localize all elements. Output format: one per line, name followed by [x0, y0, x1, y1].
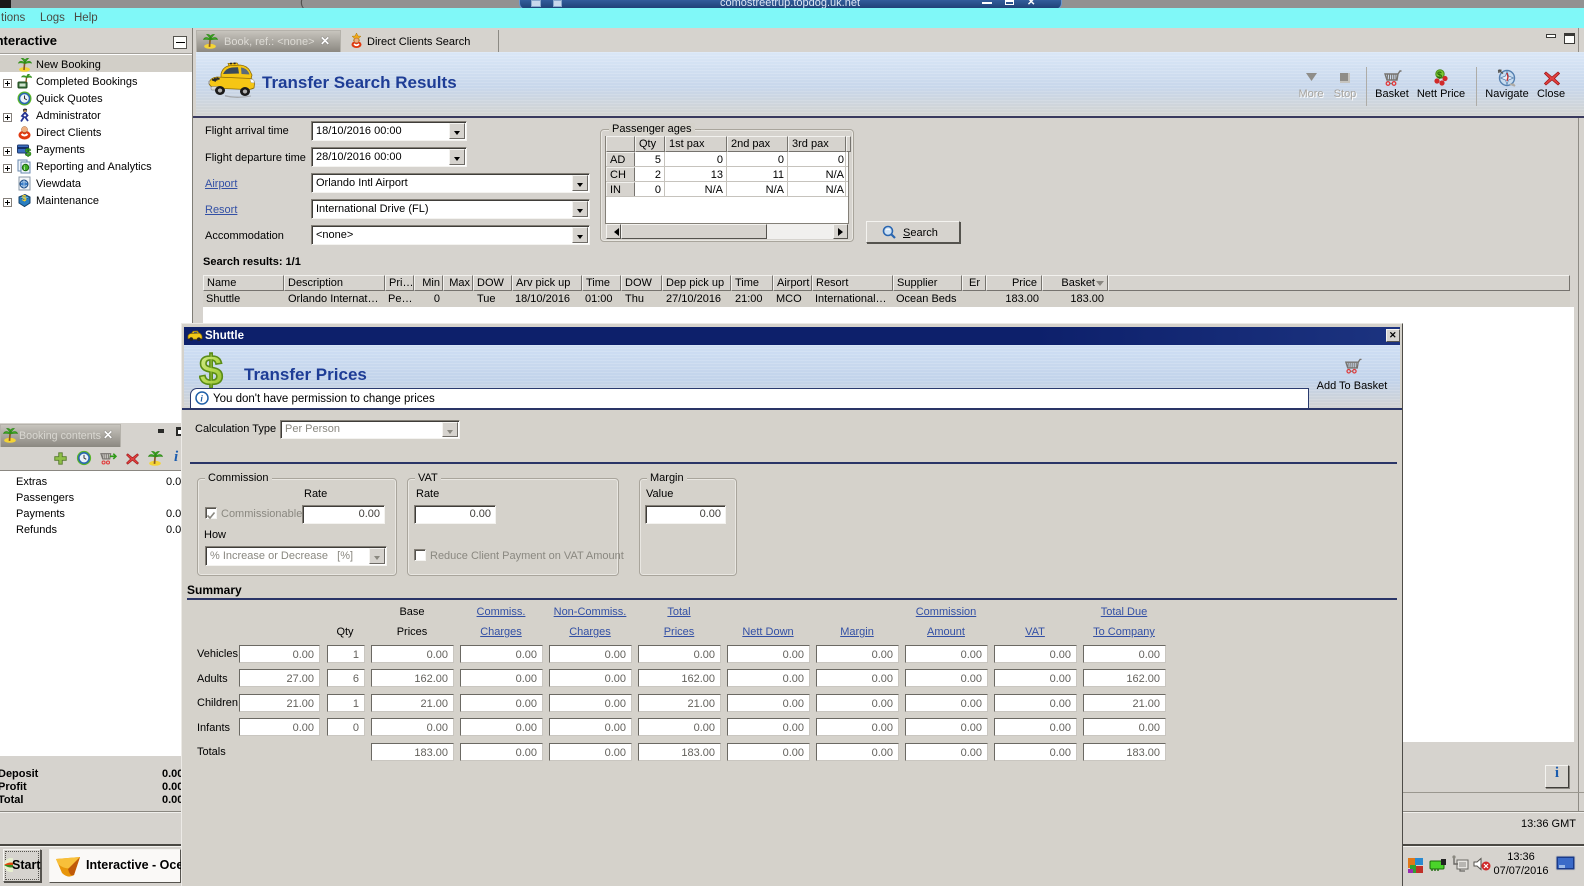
svg-text:i: i [24, 166, 25, 172]
svg-text:$: $ [1437, 70, 1442, 80]
svg-text:$: $ [22, 194, 27, 203]
svg-text:$: $ [25, 147, 31, 157]
svg-text:$: $ [199, 350, 223, 390]
